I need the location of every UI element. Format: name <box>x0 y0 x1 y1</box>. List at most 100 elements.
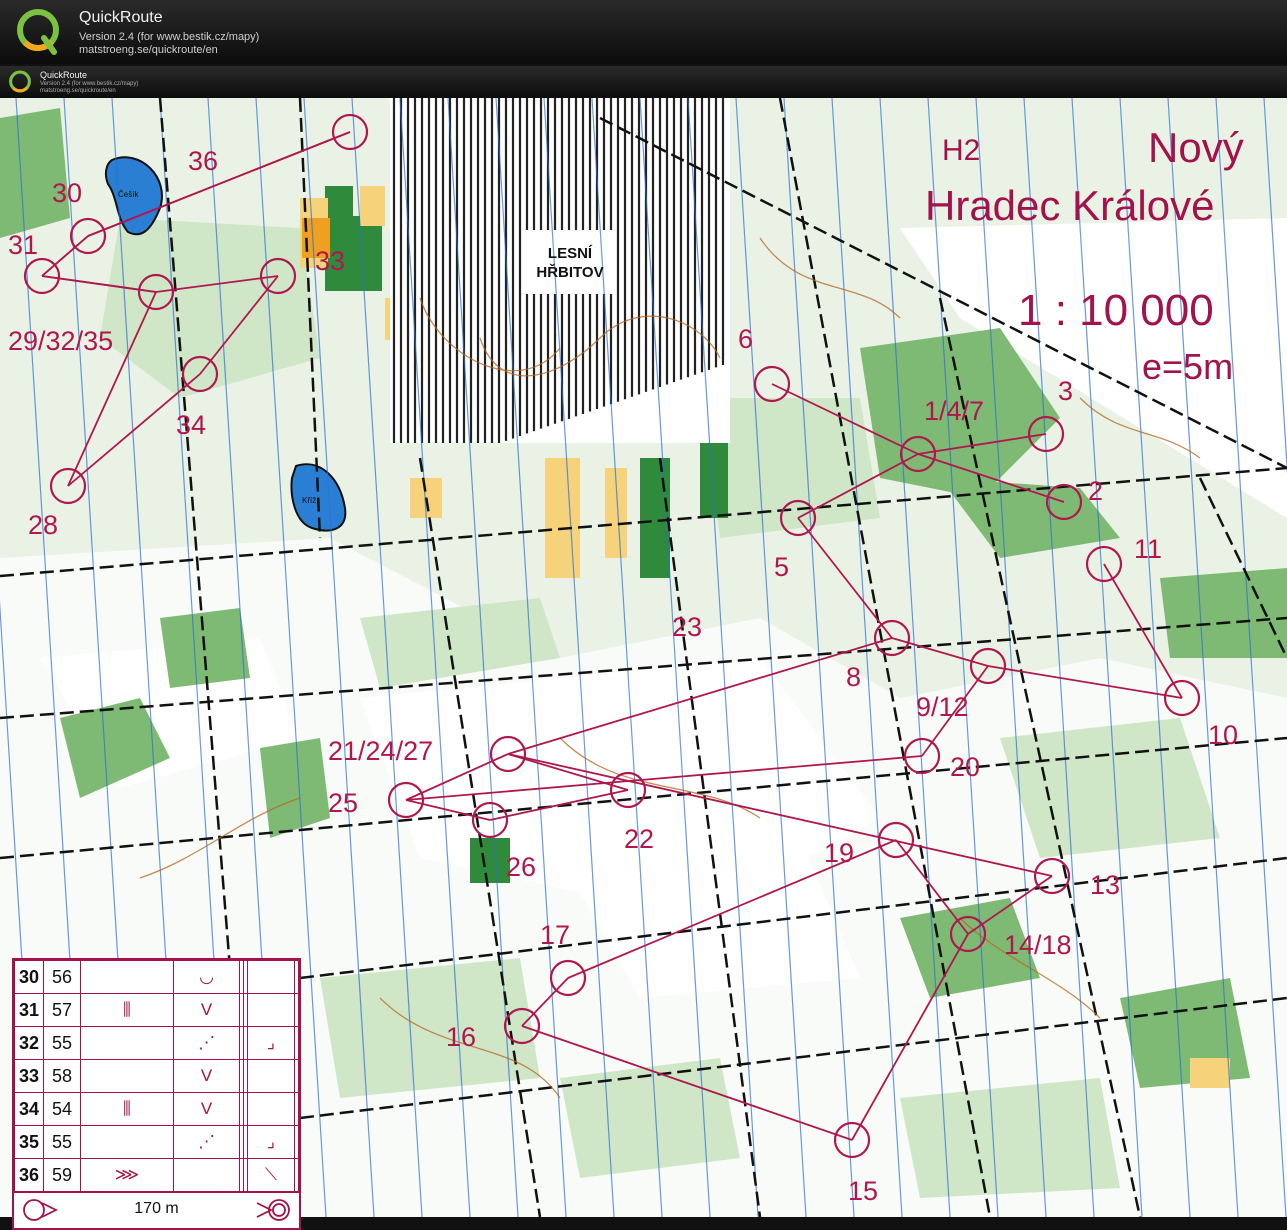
control-number: 16 <box>446 1022 477 1052</box>
app-url: matstroeng.se/quickroute/en <box>79 44 218 56</box>
control-number: 30 <box>52 178 83 208</box>
cemetery-name-line1: LESNÍ <box>547 245 593 262</box>
control-code-cell: 57 <box>43 993 81 1027</box>
cemetery-name: LESNÍ HŘBITOV <box>524 244 616 282</box>
control-description-sheet: 30 56 ◡ 31 57 ⫼ V 32 55 ⋰ ⌟ 33 58 V 34 54 ⫼ V 35 55 ⋰ ⌟ 36 59 ⋙ ⟍… <box>12 958 301 1230</box>
app-url-small: matstroeng.se/quickroute/en <box>40 88 116 94</box>
description-row: 33 58 V <box>14 1059 299 1093</box>
control-number-cell: 34 <box>14 1092 44 1126</box>
control-number: 28 <box>28 510 59 540</box>
control-number: 8 <box>846 662 862 692</box>
control-code-cell: 55 <box>43 1026 81 1060</box>
control-number: 11 <box>1134 534 1163 564</box>
control-number: 19 <box>824 838 855 868</box>
control-number: 22 <box>624 824 655 854</box>
app-name-small: QuickRoute <box>40 70 88 80</box>
description-symbol-cell <box>294 1092 299 1126</box>
map-scale: 1 : 10 000 <box>1018 286 1214 335</box>
description-symbol-cell: ◡ <box>172 960 241 994</box>
control-number: 34 <box>176 410 207 440</box>
description-symbol-cell: ⋙ <box>80 1158 174 1192</box>
description-symbol-cell <box>246 1092 296 1126</box>
finish-leg-row: 170 m <box>14 1192 299 1226</box>
control-number: 31 <box>8 230 39 260</box>
map-equidistance: e=5m <box>1142 346 1234 387</box>
control-number: 6 <box>738 324 754 354</box>
description-symbol-cell: ⋰ <box>172 1125 241 1159</box>
control-number: 25 <box>328 788 359 818</box>
description-symbol-cell <box>172 1158 241 1192</box>
description-symbol-cell: ⌟ <box>246 1026 296 1060</box>
description-symbol-cell <box>246 993 296 1027</box>
control-number: 2 <box>1088 476 1104 506</box>
category-label: H2 <box>942 134 981 167</box>
description-symbol-cell <box>294 1026 299 1060</box>
control-number: 29/32/35 <box>8 326 114 356</box>
app-name: QuickRoute <box>79 9 163 26</box>
description-symbol-cell: ⋰ <box>172 1026 241 1060</box>
description-symbol-cell <box>246 1059 296 1093</box>
description-symbol-cell: ⌟ <box>246 1125 296 1159</box>
description-row: 35 55 ⋰ ⌟ <box>14 1125 299 1159</box>
control-description-table: 30 56 ◡ 31 57 ⫼ V 32 55 ⋰ ⌟ 33 58 V 34 54 ⫼ V 35 55 ⋰ ⌟ 36 59 ⋙ ⟍ <box>14 960 299 1192</box>
control-number-cell: 32 <box>14 1026 44 1060</box>
control-number-cell: 35 <box>14 1125 44 1159</box>
description-row: 34 54 ⫼ V <box>14 1092 299 1126</box>
map-title-line1: Nový <box>1148 124 1244 171</box>
lake-north-name: Češík <box>118 190 139 199</box>
control-number: 3 <box>1058 376 1074 406</box>
control-code-cell: 59 <box>43 1158 81 1192</box>
description-symbol-cell <box>80 1026 174 1060</box>
control-number-cell: 33 <box>14 1059 44 1093</box>
control-number: 17 <box>540 920 571 950</box>
control-number: 13 <box>1090 870 1121 900</box>
control-number: 33 <box>315 246 346 276</box>
description-symbol-cell <box>80 1125 174 1159</box>
control-number: 1/4/7 <box>924 396 985 426</box>
orienteering-map[interactable]: /* placeholder; lines drawn by script */ <box>0 98 1287 1230</box>
quickroute-logo-small-icon <box>9 70 31 93</box>
description-symbol-cell: V <box>172 1092 241 1126</box>
control-number: 26 <box>506 852 537 882</box>
description-symbol-cell: ⟍ <box>246 1158 296 1192</box>
description-symbol-cell <box>294 1158 299 1192</box>
control-number: 14/18 <box>1004 930 1072 960</box>
app-version-small: Version 2.4 (for www.bestik.cz/mapy) <box>40 81 139 87</box>
control-number: 23 <box>672 612 703 642</box>
description-row: 31 57 ⫼ V <box>14 993 299 1027</box>
description-symbol-cell <box>294 1125 299 1159</box>
description-symbol-cell: V <box>172 1059 241 1093</box>
control-number-cell: 31 <box>14 993 44 1027</box>
cemetery-name-line2: HŘBITOV <box>536 264 604 281</box>
description-row: 32 55 ⋰ ⌟ <box>14 1026 299 1060</box>
description-symbol-cell: ⫼ <box>80 993 174 1027</box>
description-symbol-cell <box>80 960 174 994</box>
description-symbol-cell <box>246 960 296 994</box>
description-symbol-cell <box>294 993 299 1027</box>
map-title-line2: Hradec Králové <box>925 182 1215 229</box>
control-number: 21/24/27 <box>328 736 434 766</box>
description-symbol-cell: V <box>172 993 241 1027</box>
control-code-cell: 55 <box>43 1125 81 1159</box>
description-symbol-cell <box>80 1059 174 1093</box>
description-row: 36 59 ⋙ ⟍ <box>14 1158 299 1192</box>
app-version: Version 2.4 (for www.bestik.cz/mapy) <box>79 31 260 43</box>
description-row: 30 56 ◡ <box>14 960 299 994</box>
quickroute-header-small: QuickRoute Version 2.4 (for www.bestik.c… <box>0 66 1287 98</box>
quickroute-header: QuickRoute Version 2.4 (for www.bestik.c… <box>0 0 1287 64</box>
description-symbol-cell <box>294 1059 299 1093</box>
control-number: 20 <box>950 752 981 782</box>
control-number-cell: 30 <box>14 960 44 994</box>
quickroute-logo-icon <box>17 9 59 55</box>
lake-south-name: Kříž <box>302 496 317 505</box>
control-code-cell: 58 <box>43 1059 81 1093</box>
control-code-cell: 56 <box>43 960 81 994</box>
control-code-cell: 54 <box>43 1092 81 1126</box>
description-symbol-cell: ⫼ <box>80 1092 174 1126</box>
control-number: 36 <box>188 146 219 176</box>
control-number-cell: 36 <box>14 1158 44 1192</box>
control-number: 9/12 <box>916 692 969 722</box>
control-number: 15 <box>848 1176 879 1206</box>
control-number: 5 <box>774 552 790 582</box>
description-symbol-cell <box>294 960 299 994</box>
